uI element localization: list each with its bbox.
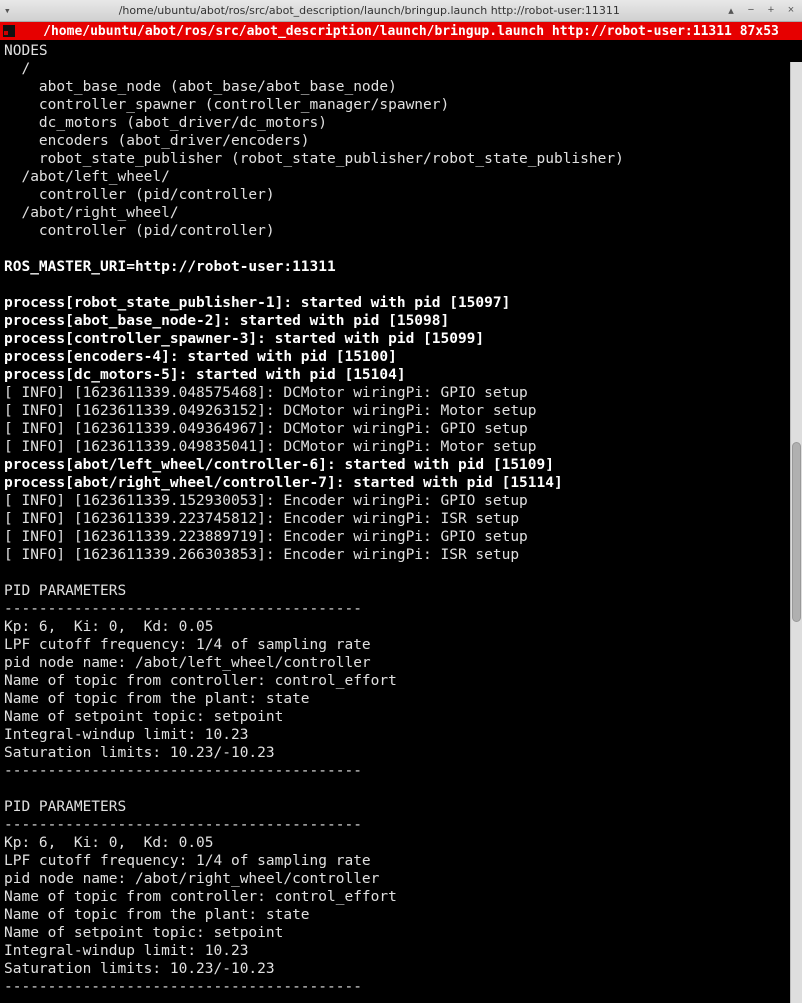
terminal-line: NODES bbox=[4, 42, 798, 60]
terminal-line: [ INFO] [1623611339.223745812]: Encoder … bbox=[4, 510, 798, 528]
terminal-line: pid node name: /abot/left_wheel/controll… bbox=[4, 654, 798, 672]
terminal-line: dc_motors (abot_driver/dc_motors) bbox=[4, 114, 798, 132]
window-controls: ▴ − + × bbox=[724, 4, 798, 17]
terminal-line: PID PARAMETERS bbox=[4, 582, 798, 600]
terminal-line: Kp: 6, Ki: 0, Kd: 0.05 bbox=[4, 618, 798, 636]
terminal-line bbox=[4, 564, 798, 582]
terminal-line: process[abot/right_wheel/controller-7]: … bbox=[4, 474, 798, 492]
terminal-line: /abot/right_wheel/ bbox=[4, 204, 798, 222]
terminal-line: process[dc_motors-5]: started with pid [… bbox=[4, 366, 798, 384]
rollup-button[interactable]: ▴ bbox=[724, 4, 738, 17]
terminal-line: abot_base_node (abot_base/abot_base_node… bbox=[4, 78, 798, 96]
terminal-line bbox=[4, 276, 798, 294]
terminal-line: [ INFO] [1623611339.152930053]: Encoder … bbox=[4, 492, 798, 510]
terminal-line: [ INFO] [1623611339.223889719]: Encoder … bbox=[4, 528, 798, 546]
terminal-app-icon bbox=[2, 24, 16, 38]
terminal-line: process[abot/left_wheel/controller-6]: s… bbox=[4, 456, 798, 474]
terminal-line: ----------------------------------------… bbox=[4, 600, 798, 618]
terminal-line bbox=[4, 780, 798, 798]
terminal-line: Saturation limits: 10.23/-10.23 bbox=[4, 960, 798, 978]
terminal-line: LPF cutoff frequency: 1/4 of sampling ra… bbox=[4, 636, 798, 654]
terminal-line: robot_state_publisher (robot_state_publi… bbox=[4, 150, 798, 168]
window-title: /home/ubuntu/abot/ros/src/abot_descripti… bbox=[15, 4, 724, 17]
terminal-line: / bbox=[4, 60, 798, 78]
terminal-line: process[controller_spawner-3]: started w… bbox=[4, 330, 798, 348]
terminal-line: ----------------------------------------… bbox=[4, 816, 798, 834]
scrollbar-thumb[interactable] bbox=[792, 442, 801, 622]
terminal-line: Integral-windup limit: 10.23 bbox=[4, 726, 798, 744]
titlebar-menu-icon[interactable]: ▾ bbox=[4, 4, 11, 17]
terminal-line: LPF cutoff frequency: 1/4 of sampling ra… bbox=[4, 852, 798, 870]
terminal-line: process[encoders-4]: started with pid [1… bbox=[4, 348, 798, 366]
terminal-line: process[robot_state_publisher-1]: starte… bbox=[4, 294, 798, 312]
terminal-line: Name of setpoint topic: setpoint bbox=[4, 708, 798, 726]
scrollbar-track[interactable] bbox=[790, 62, 802, 1003]
terminal-line: controller (pid/controller) bbox=[4, 186, 798, 204]
terminal-line: [ INFO] [1623611339.048575468]: DCMotor … bbox=[4, 384, 798, 402]
close-button[interactable]: × bbox=[784, 4, 798, 17]
maximize-button[interactable]: + bbox=[764, 4, 778, 17]
terminal-line: Kp: 6, Ki: 0, Kd: 0.05 bbox=[4, 834, 798, 852]
terminal-tab-bar[interactable]: /home/ubuntu/abot/ros/src/abot_descripti… bbox=[0, 22, 802, 40]
terminal-line: Name of topic from controller: control_e… bbox=[4, 888, 798, 906]
terminal-line: Name of topic from the plant: state bbox=[4, 690, 798, 708]
terminal-line: ----------------------------------------… bbox=[4, 978, 798, 996]
terminal-line: Saturation limits: 10.23/-10.23 bbox=[4, 744, 798, 762]
terminal-line: encoders (abot_driver/encoders) bbox=[4, 132, 798, 150]
terminal-line: [ INFO] [1623611339.049263152]: DCMotor … bbox=[4, 402, 798, 420]
terminal-line: Name of topic from controller: control_e… bbox=[4, 672, 798, 690]
terminal-line: Name of setpoint topic: setpoint bbox=[4, 924, 798, 942]
terminal-line: [ INFO] [1623611339.049364967]: DCMotor … bbox=[4, 420, 798, 438]
terminal-line: process[abot_base_node-2]: started with … bbox=[4, 312, 798, 330]
terminal-line: [ INFO] [1623611339.266303853]: Encoder … bbox=[4, 546, 798, 564]
terminal-tab-label: /home/ubuntu/abot/ros/src/abot_descripti… bbox=[22, 24, 800, 39]
terminal-line: Name of topic from the plant: state bbox=[4, 906, 798, 924]
terminal-line: /abot/left_wheel/ bbox=[4, 168, 798, 186]
terminal-line: [ INFO] [1623611339.049835041]: DCMotor … bbox=[4, 438, 798, 456]
terminal-line: controller (pid/controller) bbox=[4, 222, 798, 240]
terminal-line bbox=[4, 240, 798, 258]
terminal-output[interactable]: NODES / abot_base_node (abot_base/abot_b… bbox=[0, 40, 802, 998]
terminal-line: PID PARAMETERS bbox=[4, 798, 798, 816]
terminal-line: controller_spawner (controller_manager/s… bbox=[4, 96, 798, 114]
terminal-line: pid node name: /abot/right_wheel/control… bbox=[4, 870, 798, 888]
terminal-line: ----------------------------------------… bbox=[4, 762, 798, 780]
minimize-button[interactable]: − bbox=[744, 4, 758, 17]
window-titlebar[interactable]: ▾ /home/ubuntu/abot/ros/src/abot_descrip… bbox=[0, 0, 802, 22]
terminal-line: ROS_MASTER_URI=http://robot-user:11311 bbox=[4, 258, 798, 276]
terminal-line: Integral-windup limit: 10.23 bbox=[4, 942, 798, 960]
